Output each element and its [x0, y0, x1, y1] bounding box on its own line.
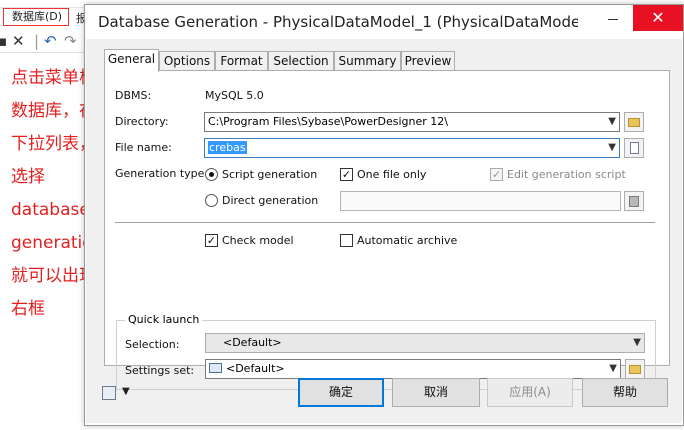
automatic-archive-label[interactable]: Automatic archive — [357, 234, 457, 247]
dbms-label: DBMS: — [115, 89, 152, 102]
filename-value: crebas — [208, 141, 247, 154]
minimize-button[interactable] — [593, 5, 633, 31]
direct-generation-label[interactable]: Direct generation — [222, 194, 318, 207]
general-tab-panel: DBMS: MySQL 5.0 Directory: C:\Program Fi… — [104, 70, 670, 390]
check-model-label[interactable]: Check model — [222, 234, 294, 247]
close-button[interactable]: ✕ — [633, 5, 683, 31]
chevron-down-icon[interactable]: ▼ — [608, 113, 616, 131]
check-model-checkbox[interactable]: ✓ — [205, 234, 218, 247]
dialog-title: Database Generation - PhysicalDataModel_… — [98, 13, 578, 31]
background-menubar: 数据库(D) 报 — [0, 6, 90, 28]
settings-set-value: <Default> — [226, 362, 285, 375]
selection-label: Selection: — [125, 338, 180, 351]
redo-icon[interactable]: ↷ — [64, 33, 77, 49]
quick-launch-group: Quick launch Selection: <Default> ▼ Sett… — [116, 313, 656, 390]
chevron-down-icon[interactable]: ▼ — [609, 360, 617, 378]
model-icon[interactable] — [102, 386, 116, 400]
selection-combo[interactable]: <Default> ▼ — [205, 333, 645, 353]
database-generation-dialog: Database Generation - PhysicalDataModel_… — [84, 4, 684, 426]
undo-icon[interactable]: ↶ — [44, 33, 57, 49]
title-bar[interactable]: Database Generation - PhysicalDataModel_… — [85, 5, 683, 39]
chevron-down-icon[interactable]: ▼ — [122, 386, 130, 397]
section-separator — [115, 222, 655, 223]
folder-icon — [629, 365, 641, 374]
directory-label: Directory: — [115, 115, 169, 128]
trash-icon — [629, 196, 639, 207]
settings-list-icon — [209, 363, 222, 373]
file-properties-button[interactable] — [624, 138, 644, 158]
settings-set-folder-button[interactable] — [625, 359, 645, 379]
apply-button[interactable]: 应用(A) — [487, 378, 573, 407]
toolbar-divider: | — [34, 32, 40, 50]
background-divider — [0, 52, 90, 53]
direct-generation-field[interactable] — [340, 191, 621, 211]
tab-preview[interactable]: Preview — [401, 51, 455, 71]
tab-summary[interactable]: Summary — [334, 51, 401, 71]
quick-launch-title: Quick launch — [125, 313, 203, 326]
automatic-archive-checkbox[interactable] — [340, 234, 353, 247]
chevron-down-icon[interactable]: ▼ — [633, 334, 641, 352]
directory-value: C:\Program Files\Sybase\PowerDesigner 12… — [208, 115, 448, 128]
browse-directory-button[interactable] — [624, 112, 644, 132]
tab-format[interactable]: Format — [215, 51, 268, 71]
one-file-only-label[interactable]: One file only — [357, 168, 426, 181]
selection-value: <Default> — [223, 336, 282, 349]
script-generation-radio[interactable] — [205, 168, 218, 181]
settings-set-label: Settings set: — [125, 364, 195, 377]
ok-button[interactable]: 确定 — [298, 378, 384, 407]
edit-generation-script-label[interactable]: Edit generation script — [507, 168, 626, 181]
menu-database[interactable]: 数据库(D) — [3, 8, 69, 26]
direct-generation-button[interactable] — [624, 191, 644, 211]
direct-generation-radio[interactable] — [205, 194, 218, 207]
tab-selection[interactable]: Selection — [268, 51, 334, 71]
filename-combo[interactable]: crebas ▼ — [204, 138, 620, 158]
directory-combo[interactable]: C:\Program Files\Sybase\PowerDesigner 12… — [204, 112, 620, 132]
cancel-button[interactable]: 取消 — [392, 378, 480, 407]
edit-generation-script-checkbox[interactable]: ✓ — [490, 168, 503, 181]
chevron-down-icon[interactable]: ▼ — [608, 139, 616, 157]
settings-set-combo[interactable]: <Default> ▼ — [205, 359, 621, 379]
tab-options[interactable]: Options — [159, 51, 215, 71]
filename-label: File name: — [115, 141, 172, 154]
tab-general[interactable]: General — [104, 49, 159, 72]
generation-type-label: Generation type: — [115, 167, 209, 180]
background-toolbar: ▪ ✕ | ↶ ↷ — [0, 30, 90, 52]
dbms-value: MySQL 5.0 — [205, 89, 264, 102]
delete-icon[interactable]: ✕ — [12, 33, 25, 49]
document-icon — [629, 142, 639, 154]
folder-icon — [628, 118, 640, 127]
script-generation-label[interactable]: Script generation — [222, 168, 317, 181]
help-button[interactable]: 帮助 — [582, 378, 668, 407]
dialog-client-area: General Options Format Selection Summary… — [86, 39, 682, 423]
one-file-only-checkbox[interactable]: ✓ — [340, 168, 353, 181]
toolbar-edge-icon[interactable]: ▪ — [0, 33, 7, 49]
